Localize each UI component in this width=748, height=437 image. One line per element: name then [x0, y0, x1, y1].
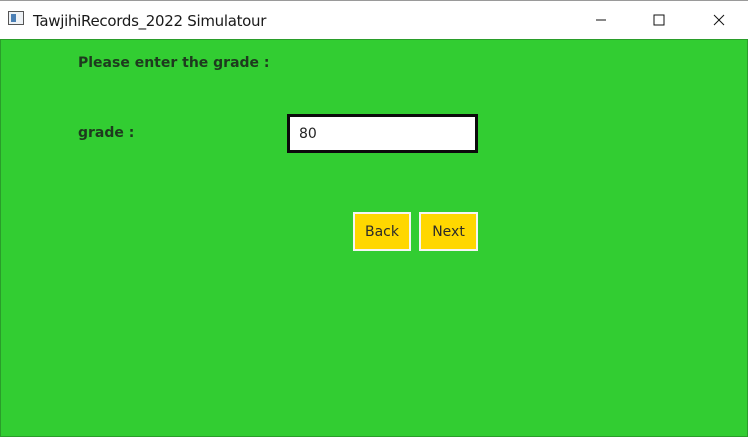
title-bar[interactable]: TawjihiRecords_2022 Simulatour — [0, 0, 748, 39]
window-title: TawjihiRecords_2022 Simulatour — [33, 12, 267, 30]
form-panel: Please enter the grade : grade : Back Ne… — [0, 39, 748, 437]
minimize-icon — [596, 19, 606, 21]
grade-label: grade : — [78, 125, 135, 141]
back-button[interactable]: Back — [353, 212, 411, 251]
next-button[interactable]: Next — [419, 212, 478, 251]
grade-input[interactable] — [287, 114, 478, 153]
close-button[interactable] — [690, 1, 748, 39]
minimize-button[interactable] — [572, 1, 630, 39]
app-window: TawjihiRecords_2022 Simulatour Please en… — [0, 0, 748, 437]
maximize-icon — [653, 14, 665, 26]
maximize-button[interactable] — [630, 1, 688, 39]
app-icon — [8, 11, 24, 25]
prompt-label: Please enter the grade : — [78, 55, 270, 71]
close-icon — [713, 14, 725, 26]
